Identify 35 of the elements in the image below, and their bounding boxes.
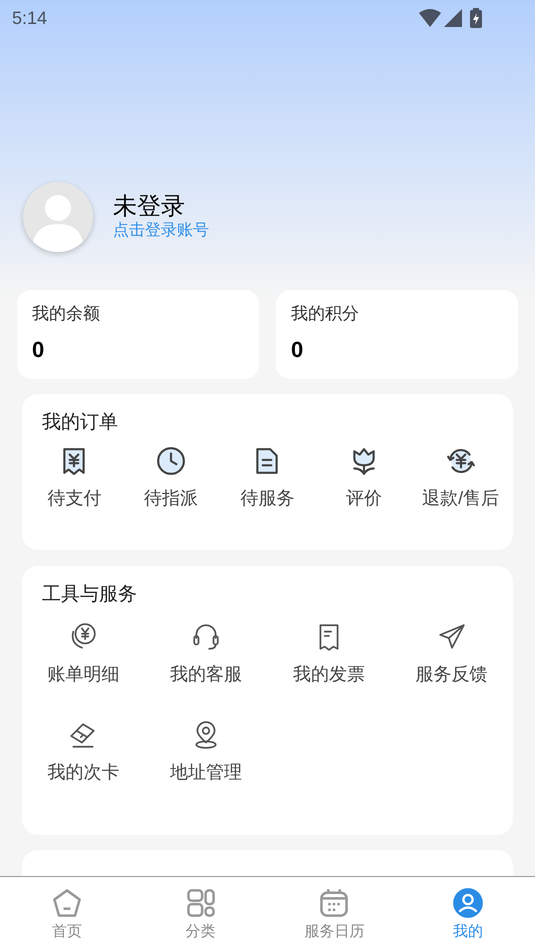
menu-item[interactable]: 我的次卡 [22, 720, 145, 784]
section-title: 我的订单 [41, 411, 119, 435]
menu-item[interactable]: 我的客服 [144, 622, 268, 686]
tab[interactable]: 分类 [134, 877, 268, 951]
menu-item[interactable]: 评价 [316, 446, 412, 510]
battery-icon [469, 8, 483, 28]
balance-label: 我的积分 [291, 303, 359, 325]
balance-value: 0 [32, 336, 44, 364]
user-name: 未登录 [113, 193, 186, 221]
status-time: 5:14 [12, 6, 48, 30]
headset-icon [191, 622, 222, 652]
menu-item[interactable]: 地址管理 [144, 720, 268, 784]
menu-item[interactable]: 待服务 [219, 446, 316, 510]
calendar-icon [318, 886, 350, 918]
menu-item[interactable]: 待指派 [122, 446, 220, 510]
menu-item[interactable]: 账单明细 [22, 622, 145, 686]
signal-icon [444, 9, 462, 27]
balance-value: 0 [291, 336, 304, 364]
tab[interactable]: 服务日历 [268, 877, 402, 951]
menu-item[interactable]: 我的发票 [268, 622, 390, 686]
tab[interactable]: 我的 [401, 877, 535, 951]
menu-item[interactable]: 服务反馈 [390, 622, 513, 686]
user-icon [452, 886, 484, 918]
clock-icon [156, 446, 186, 476]
menu-item[interactable]: 待支付 [26, 446, 123, 510]
section-title: 工具与服务 [41, 583, 138, 607]
menu-item[interactable]: 退款/售后 [412, 446, 509, 510]
balance-card[interactable]: 我的余额 0 [17, 290, 259, 379]
wifi-icon [419, 9, 441, 27]
balance-label: 我的余额 [32, 303, 100, 325]
tab[interactable]: 首页 [0, 877, 134, 951]
home-icon [50, 886, 83, 918]
refund-icon [446, 446, 476, 476]
grid-icon [184, 886, 217, 918]
balance-card[interactable]: 我的积分 0 [276, 290, 518, 379]
